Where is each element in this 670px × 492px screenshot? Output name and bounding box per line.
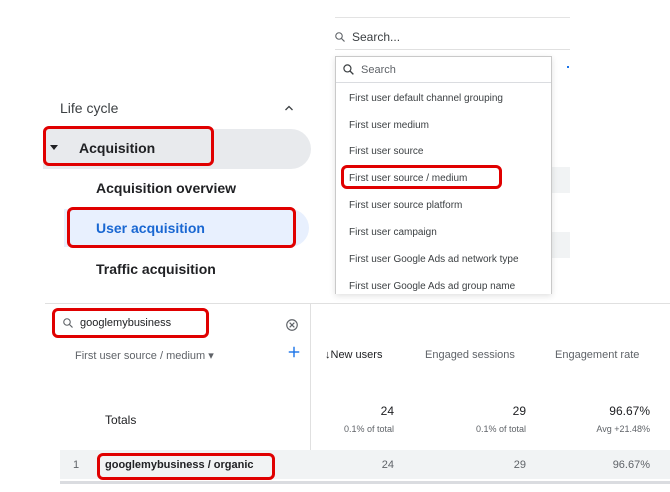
dimension-dropdown: Search First user default channel groupi… [335,56,552,294]
totals-new-users: 24 [380,404,394,418]
background-row [552,232,570,258]
sidebar-item-acquisition-overview[interactable]: Acquisition overview [96,180,236,196]
totals-engagement-rate: 96.67% [609,404,650,418]
totals-engagement-rate-sub: Avg +21.48% [596,424,650,434]
accent-dot [567,66,569,68]
dropdown-search-placeholder: Search [361,63,396,76]
dimension-header[interactable]: First user source / medium ▾ [75,349,214,362]
sidebar-item-user-acquisition[interactable]: User acquisition [96,220,205,236]
background-row [552,167,570,193]
clear-icon[interactable] [285,318,299,332]
search-icon [343,64,354,75]
table-filter-input[interactable]: googlemybusiness [56,311,206,335]
sidebar-group-label: Acquisition [79,140,156,156]
dropdown-option[interactable]: First user medium [349,120,429,131]
dropdown-option[interactable]: First user Google Ads ad network type [349,254,519,265]
dropdown-option[interactable]: First user Google Ads ad group name [349,281,515,292]
top-divider [335,17,570,18]
column-header-new-users[interactable]: ↓New users [325,349,382,361]
search-icon [335,32,345,42]
top-search-underline [335,49,570,50]
totals-engaged-sessions: 29 [512,404,526,418]
row-engagement-rate: 96.67% [612,459,650,471]
row-index: 1 [73,459,80,471]
search-icon [63,318,73,328]
dropdown-search-input[interactable]: Search [336,57,551,83]
dropdown-option-selected[interactable]: First user source / medium [349,173,467,184]
top-search-placeholder: Search... [352,30,401,44]
top-search[interactable]: Search... [334,27,400,47]
dropdown-option[interactable]: First user campaign [349,227,437,238]
dropdown-option[interactable]: First user source [349,146,423,157]
totals-engaged-sessions-sub: 0.1% of total [475,424,526,434]
row-dimension-value[interactable]: googlemybusiness / organic [105,459,254,471]
dropdown-option[interactable]: First user source platform [349,200,462,211]
column-divider [310,303,311,465]
table-divider [45,303,670,304]
row-engaged-sessions: 29 [513,459,526,471]
totals-label: Totals [105,413,137,427]
row-divider [60,481,670,484]
column-header-engagement-rate[interactable]: Engagement rate [555,349,639,361]
column-header-engaged-sessions[interactable]: Engaged sessions [425,349,515,361]
dropdown-option[interactable]: First user default channel grouping [349,93,503,104]
row-new-users: 24 [381,459,394,471]
totals-new-users-sub: 0.1% of total [343,424,394,434]
caret-down-icon [50,145,58,150]
chevron-up-icon[interactable] [283,102,295,114]
sidebar-section-title: Life cycle [60,100,119,116]
plus-icon[interactable] [287,345,301,359]
filter-value: googlemybusiness [80,317,172,329]
sidebar-item-traffic-acquisition[interactable]: Traffic acquisition [96,261,216,277]
